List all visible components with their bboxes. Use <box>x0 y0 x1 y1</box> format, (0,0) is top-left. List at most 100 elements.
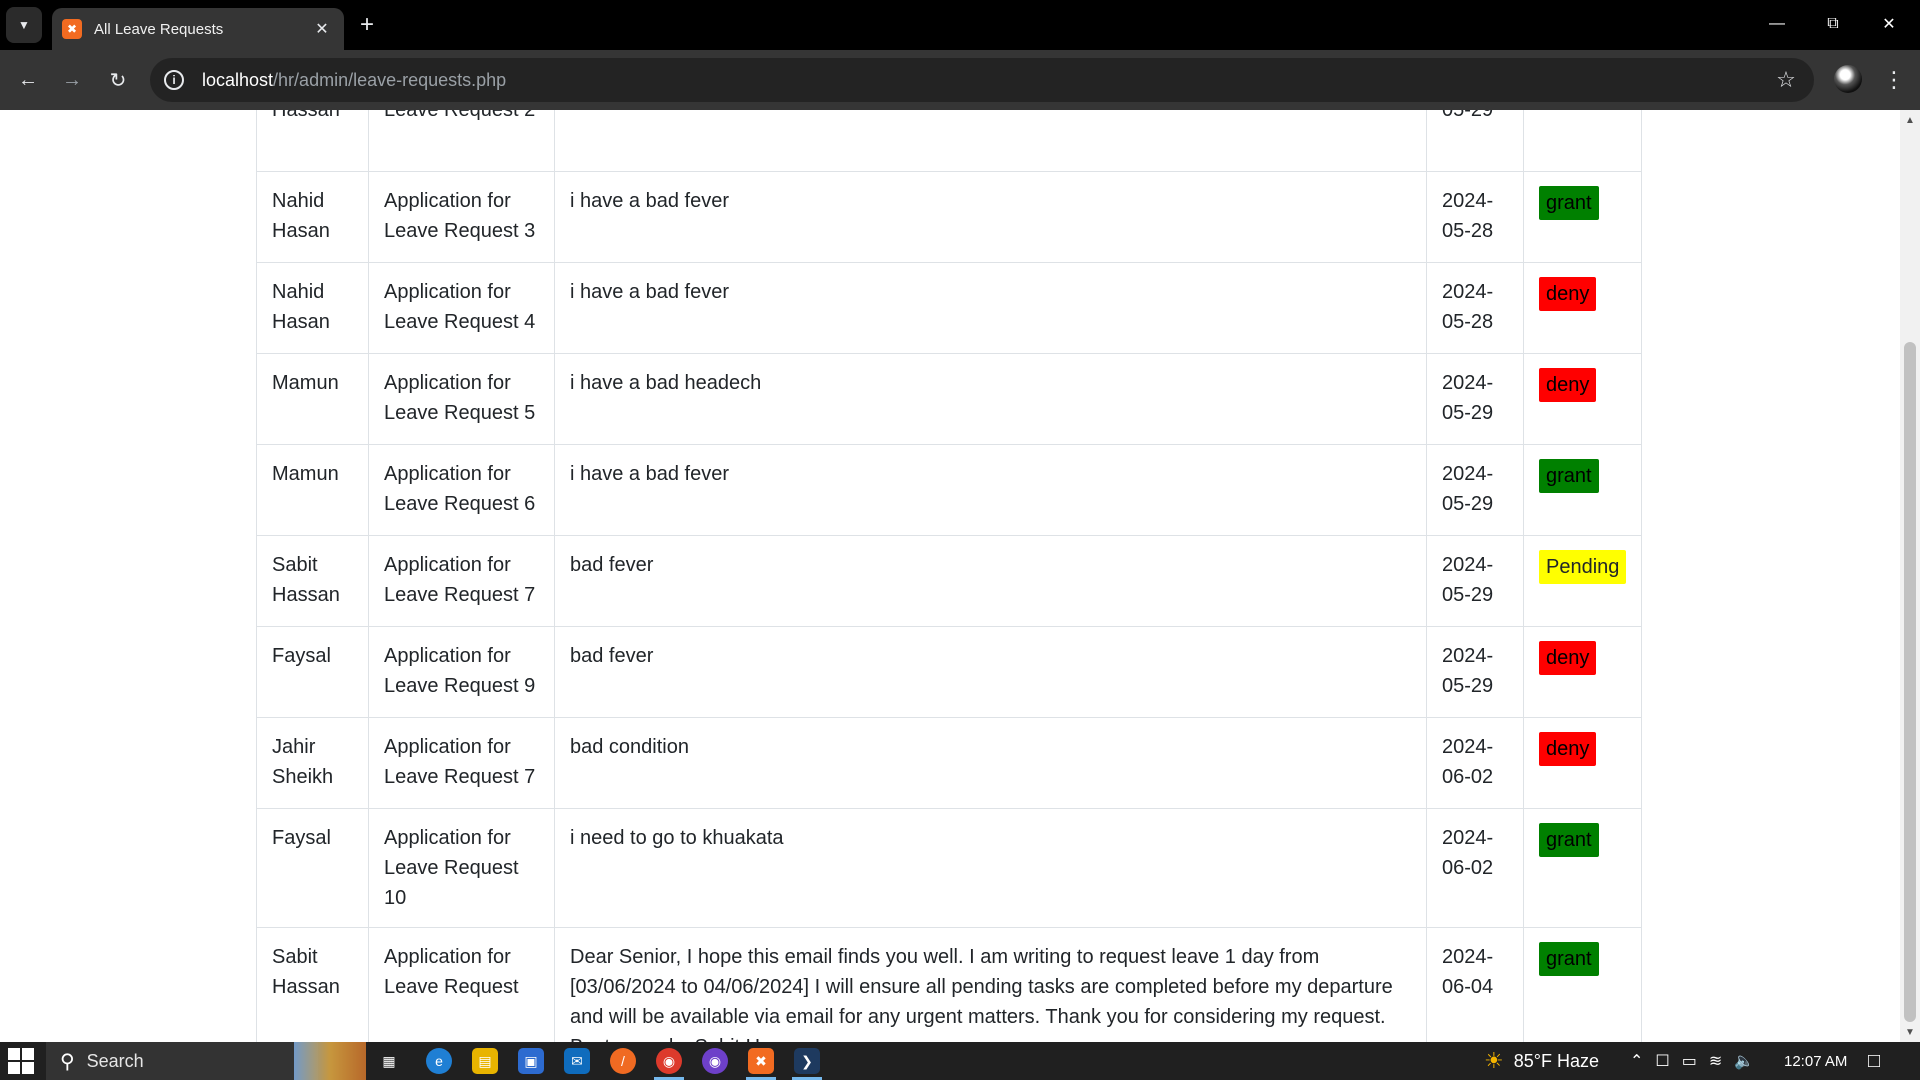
edge-icon[interactable]: e <box>426 1048 452 1074</box>
chevron-up-icon[interactable]: ⌃ <box>1630 1051 1643 1071</box>
message-cell: i have a bad headech <box>554 353 1427 445</box>
message-cell: i have a bad fever <box>554 171 1427 263</box>
status-cell <box>1522 110 1643 172</box>
status-badge[interactable]: deny <box>1539 641 1597 675</box>
sublime-app-icon[interactable]: / <box>610 1048 636 1074</box>
date-cell: 2024-05-29 <box>1426 626 1524 718</box>
subject-cell: Application for Leave Request 7 <box>368 535 555 627</box>
more-menu-icon[interactable]: ⋮ <box>1880 64 1908 96</box>
table-row: Sabit Hassan Application for Leave Reques… <box>256 927 1643 1042</box>
clock[interactable]: 12:07 AM <box>1784 1042 1847 1080</box>
employee-name-cell: Nahid Hasan <box>256 262 369 354</box>
employee-name-cell: Sabit Hassan <box>256 927 369 1042</box>
url-text[interactable]: localhost/hr/admin/leave-requests.php <box>202 70 506 91</box>
notifications-icon[interactable]: □ <box>1868 1042 1880 1080</box>
profile-avatar[interactable] <box>1834 65 1862 93</box>
page-scrollbar[interactable]: ▲ ▼ <box>1900 110 1920 1042</box>
employee-name-cell: Mamun <box>256 444 369 536</box>
restore-icon[interactable]: ⧉ <box>1810 8 1856 40</box>
leave-requests-table: Hassan Leave Request 2 05-29 Nahid Hasan App… <box>256 110 1643 1042</box>
search-label: Search <box>86 1050 144 1071</box>
code-editor-icon[interactable]: ❯ <box>794 1048 820 1074</box>
table-row: Hassan Leave Request 2 05-29 <box>256 110 1643 172</box>
message-cell: i need to go to khuakata <box>554 808 1427 928</box>
bookmark-star-icon[interactable]: ☆ <box>1772 66 1800 94</box>
employee-name-cell: Mamun <box>256 353 369 445</box>
status-cell: deny <box>1522 626 1643 718</box>
status-badge[interactable]: deny <box>1539 732 1597 766</box>
status-badge[interactable]: grant <box>1539 459 1599 493</box>
subject-cell: Application for Leave Request 7 <box>368 717 555 809</box>
status-cell: deny <box>1522 353 1643 445</box>
status-cell: grant <box>1522 171 1643 263</box>
minimize-icon[interactable]: — <box>1754 8 1800 40</box>
battery-icon[interactable]: ▭ <box>1682 1051 1697 1071</box>
github-desktop-icon[interactable]: ◉ <box>702 1048 728 1074</box>
address-bar[interactable]: i localhost/hr/admin/leave-requests.php … <box>150 58 1814 102</box>
tab-search-button[interactable]: ▼ <box>6 7 42 43</box>
chrome-icon[interactable]: ◉ <box>656 1048 682 1074</box>
scroll-up-arrow-icon[interactable]: ▲ <box>1900 110 1920 130</box>
scroll-down-arrow-icon[interactable]: ▼ <box>1900 1022 1920 1042</box>
file-explorer-icon[interactable]: ▤ <box>472 1048 498 1074</box>
clock-time: 12:07 AM <box>1784 1052 1848 1070</box>
date-cell: 2024-05-29 <box>1426 353 1524 445</box>
volume-icon[interactable]: 🔈 <box>1734 1051 1754 1071</box>
wifi-icon[interactable]: ≋ <box>1709 1051 1722 1071</box>
table-row: Faysal Application for Leave Request 10 i … <box>256 808 1643 928</box>
tab-title: All Leave Requests <box>94 20 224 38</box>
employee-name-cell: Faysal <box>256 626 369 718</box>
status-badge[interactable]: deny <box>1539 277 1597 311</box>
weather-widget[interactable]: ☀ 85°F Haze <box>1484 1042 1599 1080</box>
scrollbar-thumb[interactable] <box>1904 342 1916 1022</box>
employee-name-cell: Hassan <box>256 110 369 172</box>
back-arrow-icon[interactable]: ← <box>12 64 44 96</box>
status-cell: deny <box>1522 717 1643 809</box>
subject-cell: Application for Leave Request 9 <box>368 626 555 718</box>
date-cell: 2024-05-28 <box>1426 262 1524 354</box>
status-badge[interactable]: grant <box>1539 186 1599 220</box>
table-row: Jahir Sheikh Application for Leave Reques… <box>256 717 1643 809</box>
message-cell: i have a bad fever <box>554 444 1427 536</box>
weather-text: 85°F Haze <box>1513 1050 1599 1071</box>
status-badge[interactable]: grant <box>1539 942 1599 976</box>
status-cell: grant <box>1522 444 1643 536</box>
close-window-icon[interactable]: ✕ <box>1866 8 1912 40</box>
date-cell: 2024-06-02 <box>1426 808 1524 928</box>
table-row: Mamun Application for Leave Request 6i ha… <box>256 444 1643 536</box>
subject-cell: Application for Leave Request <box>368 927 555 1042</box>
windows-start-icon[interactable] <box>8 1048 34 1074</box>
date-cell: 05-29 <box>1426 110 1524 172</box>
status-badge[interactable]: grant <box>1539 823 1599 857</box>
meet-now-icon[interactable]: ☐ <box>1655 1051 1669 1071</box>
new-tab-button[interactable]: + <box>352 10 382 40</box>
search-icon: ⚲ <box>60 1050 75 1073</box>
status-badge[interactable]: Pending <box>1539 550 1627 584</box>
subject-cell: Application for Leave Request 4 <box>368 262 555 354</box>
forward-arrow-icon[interactable]: → <box>56 64 88 96</box>
taskbar-search[interactable]: ⚲ Search <box>46 1042 318 1080</box>
browser-tab[interactable]: ✖ All Leave Requests ✕ <box>52 8 344 50</box>
store-icon[interactable]: ▣ <box>518 1048 544 1074</box>
task-view-icon[interactable]: ▦ <box>376 1048 402 1074</box>
page-viewport: Hassan Leave Request 2 05-29 Nahid Hasan App… <box>0 110 1900 1042</box>
date-cell: 2024-05-28 <box>1426 171 1524 263</box>
subject-cell: Leave Request 2 <box>368 110 555 172</box>
status-badge[interactable]: deny <box>1539 368 1597 402</box>
site-info-icon[interactable]: i <box>164 70 184 90</box>
windows-taskbar: ⚲ Search ▦ e ▤ ▣ ✉ / ◉ ◉ ✖ ❯ ☀ 85°F Haze… <box>0 1042 1920 1080</box>
message-cell: Dear Senior, I hope this email finds you… <box>554 927 1427 1042</box>
table-row: Nahid Hasan Application for Leave Request… <box>256 262 1643 354</box>
date-cell: 2024-06-04 <box>1426 927 1524 1042</box>
employee-name-cell: Sabit Hassan <box>256 535 369 627</box>
reload-icon[interactable]: ↻ <box>102 64 134 96</box>
message-cell: bad fever <box>554 626 1427 718</box>
browser-toolbar: ← → ↻ i localhost/hr/admin/leave-request… <box>0 50 1920 110</box>
mail-icon[interactable]: ✉ <box>564 1048 590 1074</box>
close-tab-icon[interactable]: ✕ <box>310 17 334 41</box>
message-cell <box>554 110 1427 172</box>
xampp-icon[interactable]: ✖ <box>748 1048 774 1074</box>
subject-cell: Application for Leave Request 3 <box>368 171 555 263</box>
system-tray: ⌃ ☐ ▭ ≋ 🔈 <box>1630 1042 1754 1080</box>
employee-name-cell: Jahir Sheikh <box>256 717 369 809</box>
